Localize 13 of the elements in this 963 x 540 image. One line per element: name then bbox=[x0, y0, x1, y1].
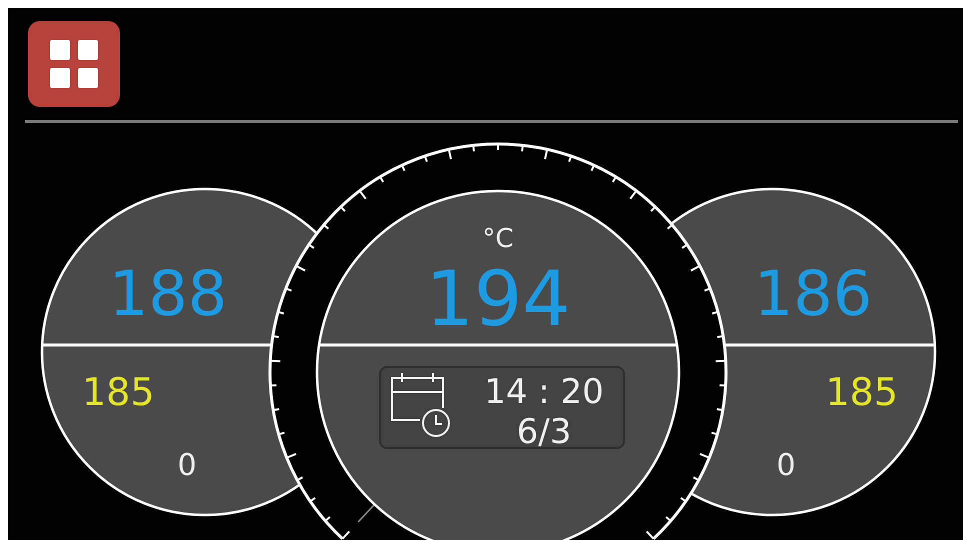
grid-icon bbox=[50, 40, 98, 88]
menu-button[interactable] bbox=[28, 21, 120, 107]
calendar-clock-icon bbox=[391, 373, 450, 437]
output-reading: 0 bbox=[177, 448, 197, 483]
temperature-reading: 188 bbox=[108, 257, 228, 330]
temperature-reading: 186 bbox=[754, 257, 872, 330]
setpoint-reading: 185 bbox=[825, 370, 898, 414]
date-text: 6/3 bbox=[516, 412, 572, 452]
temperature-reading: 194 bbox=[425, 254, 571, 343]
setpoint-reading: 185 bbox=[82, 370, 155, 414]
time-text: 14 : 20 bbox=[484, 372, 604, 412]
unit-label: °C bbox=[482, 224, 514, 254]
output-reading: 0 bbox=[776, 448, 796, 483]
